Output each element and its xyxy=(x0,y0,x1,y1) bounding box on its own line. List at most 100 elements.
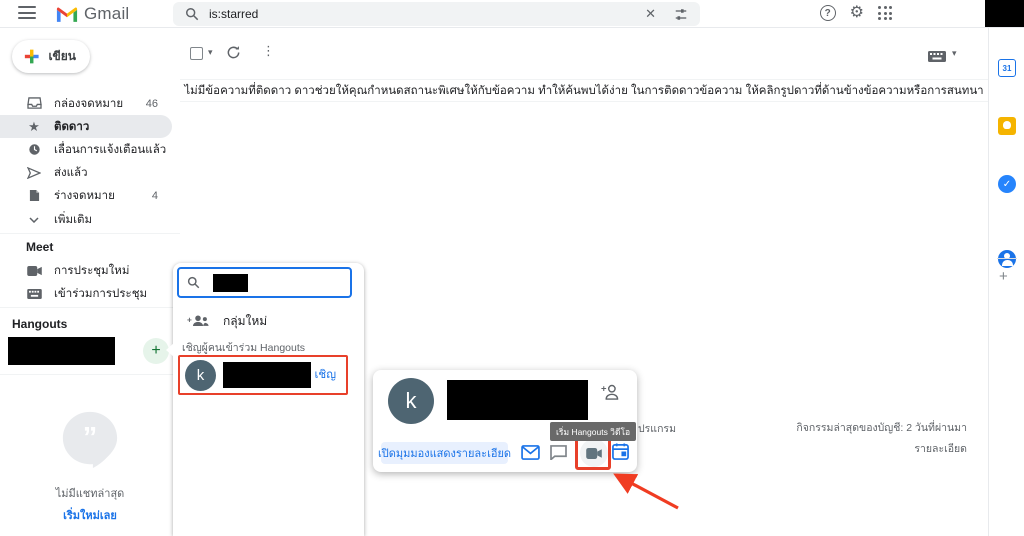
hangouts-contact-search-popup: + กลุ่มใหม่ เชิญผู้คนเข้าร่วม Hangouts k… xyxy=(166,263,364,536)
google-apps-icon[interactable] xyxy=(878,6,892,20)
sidebar-divider xyxy=(0,374,180,375)
sidebar-item-inbox[interactable]: กล่องจดหมาย 46 xyxy=(0,92,172,115)
new-group-label: กลุ่มใหม่ xyxy=(223,313,268,328)
keep-app-icon[interactable] xyxy=(998,117,1016,135)
video-call-tooltip: เริ่ม Hangouts วิดีโอ xyxy=(550,422,637,441)
search-icon xyxy=(186,8,199,21)
gmail-logo: Gmail xyxy=(56,4,129,24)
schedule-icon[interactable] xyxy=(612,443,629,465)
draft-icon xyxy=(26,189,42,202)
gmail-m-icon xyxy=(56,6,78,22)
hangouts-section-header: Hangouts xyxy=(12,317,68,331)
contacts-app-icon[interactable] xyxy=(998,250,1016,268)
contact-card-avatar: k xyxy=(388,378,434,424)
unread-count: 46 xyxy=(145,97,158,110)
redacted-contact-name xyxy=(223,362,311,388)
meet-item-label: เข้าร่วมการประชุม xyxy=(54,287,148,300)
sidebar-divider xyxy=(0,233,180,234)
sidebar-item-more[interactable]: เพิ่มเติม xyxy=(0,208,172,231)
search-icon xyxy=(187,276,200,289)
contact-result-row[interactable]: k เชิญ xyxy=(178,355,348,395)
footer-partial-text: ปรแกรม xyxy=(638,423,676,435)
popup-pointer xyxy=(166,343,174,357)
video-call-icon xyxy=(586,447,602,459)
tasks-app-icon[interactable]: ✓ xyxy=(998,175,1016,193)
hangouts-empty-state: ” ไม่มีแชทล่าสุด เริ่มใหม่เลย xyxy=(0,408,180,524)
meet-section-header: Meet xyxy=(26,240,54,254)
meet-new-meeting[interactable]: การประชุมใหม่ xyxy=(0,259,172,282)
sidebar-item-label: ส่งแล้ว xyxy=(54,166,88,179)
redacted-contact-card-name xyxy=(447,380,588,420)
video-camera-icon xyxy=(26,265,42,276)
input-tools-dropdown-icon[interactable]: ▾ xyxy=(952,48,957,59)
sidebar-item-label: ติดดาว xyxy=(54,120,90,133)
compose-label: เขียน xyxy=(48,49,76,63)
search-options-icon[interactable] xyxy=(674,8,688,21)
new-group-item[interactable]: + กลุ่มใหม่ xyxy=(173,307,364,335)
sidebar-item-label: เลื่อนการแจ้งเตือนแล้ว xyxy=(54,143,167,156)
invite-link[interactable]: เชิญ xyxy=(314,366,336,384)
sidebar-item-label: กล่องจดหมาย xyxy=(54,97,124,110)
sidebar-divider xyxy=(0,307,180,308)
svg-text:+: + xyxy=(601,384,607,394)
panel-divider xyxy=(997,258,1017,259)
sidebar-item-label: เพิ่มเติม xyxy=(54,213,93,226)
redacted-hangouts-user[interactable] xyxy=(8,337,115,365)
search-input[interactable] xyxy=(209,7,646,21)
redacted-search-query xyxy=(213,273,248,292)
svg-text:”: ” xyxy=(83,422,98,454)
redacted-account-avatar[interactable] xyxy=(985,0,1024,27)
clear-search-icon[interactable]: ✕ xyxy=(645,6,656,22)
meet-item-label: การประชุมใหม่ xyxy=(54,264,130,277)
contact-search-field[interactable] xyxy=(177,267,352,298)
get-addons-icon[interactable]: + xyxy=(999,268,1008,285)
header: Gmail ✕ ? ⚙ xyxy=(0,0,1024,28)
no-chats-text: ไม่มีแชทล่าสุด xyxy=(55,488,125,500)
start-new-chat-link[interactable]: เริ่มใหม่เลย xyxy=(0,506,180,524)
email-icon[interactable] xyxy=(521,445,540,465)
right-side-panel: 31 ✓ + xyxy=(988,28,1024,536)
svg-text:+: + xyxy=(187,315,192,324)
chat-icon[interactable] xyxy=(550,445,567,465)
send-icon xyxy=(26,166,42,179)
menu-icon[interactable] xyxy=(18,6,36,21)
meet-join-meeting[interactable]: เข้าร่วมการประชุม xyxy=(0,282,172,305)
empty-starred-banner: ไม่มีข้อความที่ติดดาว ดาวช่วยให้คุณกำหนด… xyxy=(180,79,988,102)
search-bar[interactable]: ✕ xyxy=(173,2,700,26)
header-actions: ? ⚙ xyxy=(819,5,892,21)
more-options-icon[interactable]: ⋮ xyxy=(262,43,275,59)
sidebar-item-drafts[interactable]: ร่างจดหมาย 4 xyxy=(0,184,172,207)
calendar-app-icon[interactable]: 31 xyxy=(998,59,1016,77)
contact-avatar: k xyxy=(185,359,216,391)
draft-count: 4 xyxy=(151,189,158,202)
sidebar-item-label: ร่างจดหมาย xyxy=(54,189,115,202)
sidebar: เขียน กล่องจดหมาย 46 ★ ติดดาว เลื่อนการแ… xyxy=(0,28,180,536)
sidebar-item-sent[interactable]: ส่งแล้ว xyxy=(0,161,172,184)
keyboard-icon xyxy=(26,288,42,299)
clock-icon xyxy=(26,143,42,156)
sidebar-item-snoozed[interactable]: เลื่อนการแจ้งเตือนแล้ว xyxy=(0,138,172,161)
select-all-checkbox[interactable] xyxy=(190,47,203,60)
star-icon: ★ xyxy=(28,118,40,134)
app-title: Gmail xyxy=(84,4,130,23)
video-call-button[interactable] xyxy=(580,439,608,467)
last-account-activity: กิจกรรมล่าสุดของบัญชี: 2 วันที่ผ่านมา xyxy=(796,422,967,434)
invite-section-label: เชิญผู้คนเข้าร่วม Hangouts xyxy=(182,342,306,354)
inbox-icon xyxy=(26,97,42,110)
compose-button[interactable]: เขียน xyxy=(12,40,90,73)
multicolor-plus-icon xyxy=(24,49,39,64)
details-link[interactable]: รายละเอียด xyxy=(914,440,967,457)
help-icon[interactable]: ? xyxy=(819,5,836,21)
gmail-window: Gmail ✕ ? ⚙ 31 ✓ + xyxy=(0,0,1024,536)
contact-hover-card: k + เปิดมุมมองแสดงรายละเอียด xyxy=(373,370,637,472)
open-detail-view-button[interactable]: เปิดมุมมองแสดงรายละเอียด xyxy=(378,442,511,464)
sidebar-item-starred[interactable]: ★ ติดดาว xyxy=(0,115,172,138)
refresh-icon[interactable] xyxy=(226,45,241,65)
hangouts-bubble-icon: ” xyxy=(59,408,121,470)
group-add-icon: + xyxy=(187,315,209,327)
settings-gear-icon[interactable]: ⚙ xyxy=(850,5,864,21)
chevron-down-icon xyxy=(26,216,42,223)
add-person-icon[interactable]: + xyxy=(601,383,619,405)
select-dropdown-icon[interactable]: ▾ xyxy=(208,47,213,58)
input-tools-icon[interactable] xyxy=(928,49,946,67)
